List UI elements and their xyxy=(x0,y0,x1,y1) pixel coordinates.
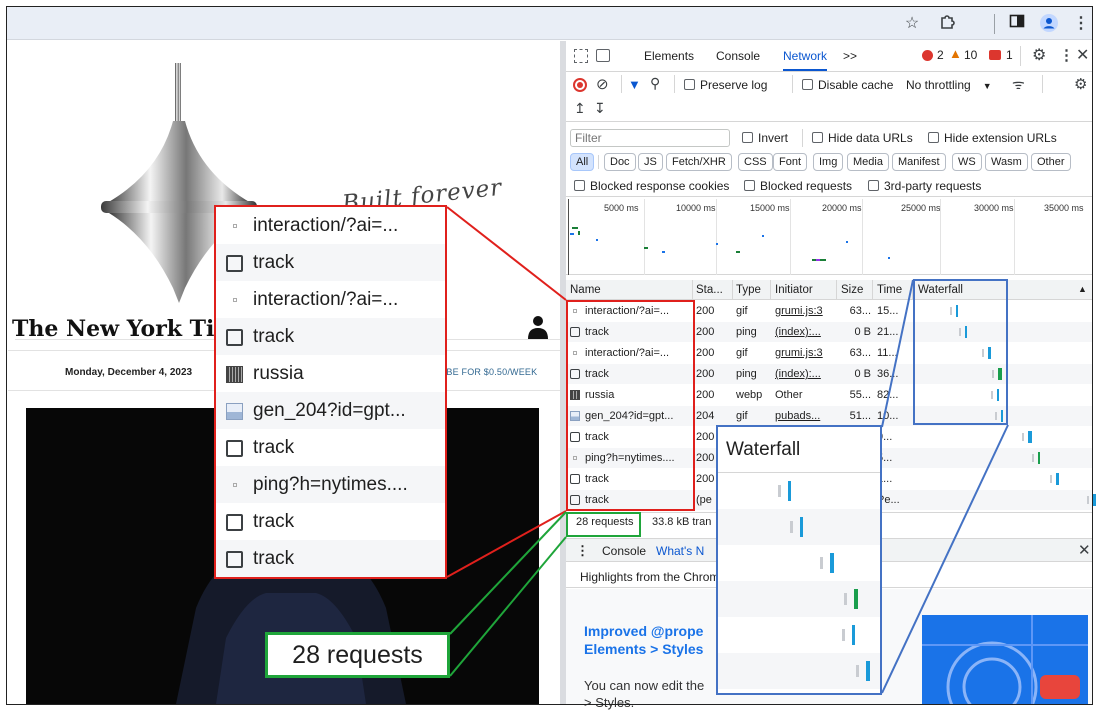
zoomed-waterfall-row xyxy=(718,617,880,653)
checkbox-icon xyxy=(226,244,243,281)
zoomed-waterfall-rows xyxy=(718,473,880,693)
zoomed-waterfall: Waterfall xyxy=(716,425,882,695)
zoomed-request-row: track xyxy=(216,540,445,577)
zoomed-request-row: track xyxy=(216,244,445,281)
waterfall-queue-bar xyxy=(790,521,793,533)
zoomed-request-name: russia xyxy=(253,363,304,384)
zoomed-request-name: ping?h=nytimes.... xyxy=(253,474,408,495)
waterfall-queue-bar xyxy=(856,665,859,677)
checkbox-icon xyxy=(226,503,243,540)
pixel-icon xyxy=(226,281,243,318)
zoomed-request-row: interaction/?ai=... xyxy=(216,281,445,318)
checkbox-icon xyxy=(226,318,243,355)
image-icon xyxy=(226,392,243,429)
waterfall-bar xyxy=(830,553,834,573)
waterfall-bar xyxy=(852,625,855,645)
zoomed-request-count: 28 requests xyxy=(265,632,450,678)
zoomed-request-row: interaction/?ai=... xyxy=(216,207,445,244)
waterfall-bar xyxy=(788,481,791,501)
zoomed-request-row: track xyxy=(216,503,445,540)
waterfall-queue-bar xyxy=(842,629,845,641)
waterfall-queue-bar xyxy=(778,485,781,497)
zoomed-request-name: track xyxy=(253,511,295,532)
zoomed-waterfall-row xyxy=(718,545,880,581)
waterfall-bar xyxy=(800,517,803,537)
image-thumb-icon xyxy=(226,355,243,392)
waterfall-queue-bar xyxy=(844,593,847,605)
callout-connectors xyxy=(446,206,1009,694)
zoomed-request-name: gen_204?id=gpt... xyxy=(253,400,406,421)
zoomed-request-row: track xyxy=(216,318,445,355)
zoomed-request-name: track xyxy=(253,326,295,347)
waterfall-bar xyxy=(854,589,858,609)
waterfall-bar xyxy=(866,661,870,681)
zoomed-waterfall-row xyxy=(718,653,880,689)
zoomed-request-row: track xyxy=(216,429,445,466)
zoomed-waterfall-row xyxy=(718,509,880,545)
zoomed-request-row: gen_204?id=gpt... xyxy=(216,392,445,429)
pixel-icon xyxy=(226,466,243,503)
pixel-icon xyxy=(226,207,243,244)
waterfall-queue-bar xyxy=(820,557,823,569)
zoomed-waterfall-row xyxy=(718,581,880,617)
checkbox-icon xyxy=(226,429,243,466)
zoomed-waterfall-row xyxy=(718,473,880,509)
zoomed-request-row: ping?h=nytimes.... xyxy=(216,466,445,503)
zoomed-request-name: interaction/?ai=... xyxy=(253,289,399,310)
zoomed-request-name: track xyxy=(253,548,295,569)
checkbox-icon xyxy=(226,540,243,577)
zoomed-request-name: track xyxy=(253,437,295,458)
zoomed-request-name: track xyxy=(253,252,295,273)
zoomed-request-row: russia xyxy=(216,355,445,392)
zoomed-request-name: interaction/?ai=... xyxy=(253,215,399,236)
zoomed-request-names: interaction/?ai=... track interaction/?ai=… xyxy=(214,205,447,579)
zoomed-waterfall-title: Waterfall xyxy=(718,427,880,473)
